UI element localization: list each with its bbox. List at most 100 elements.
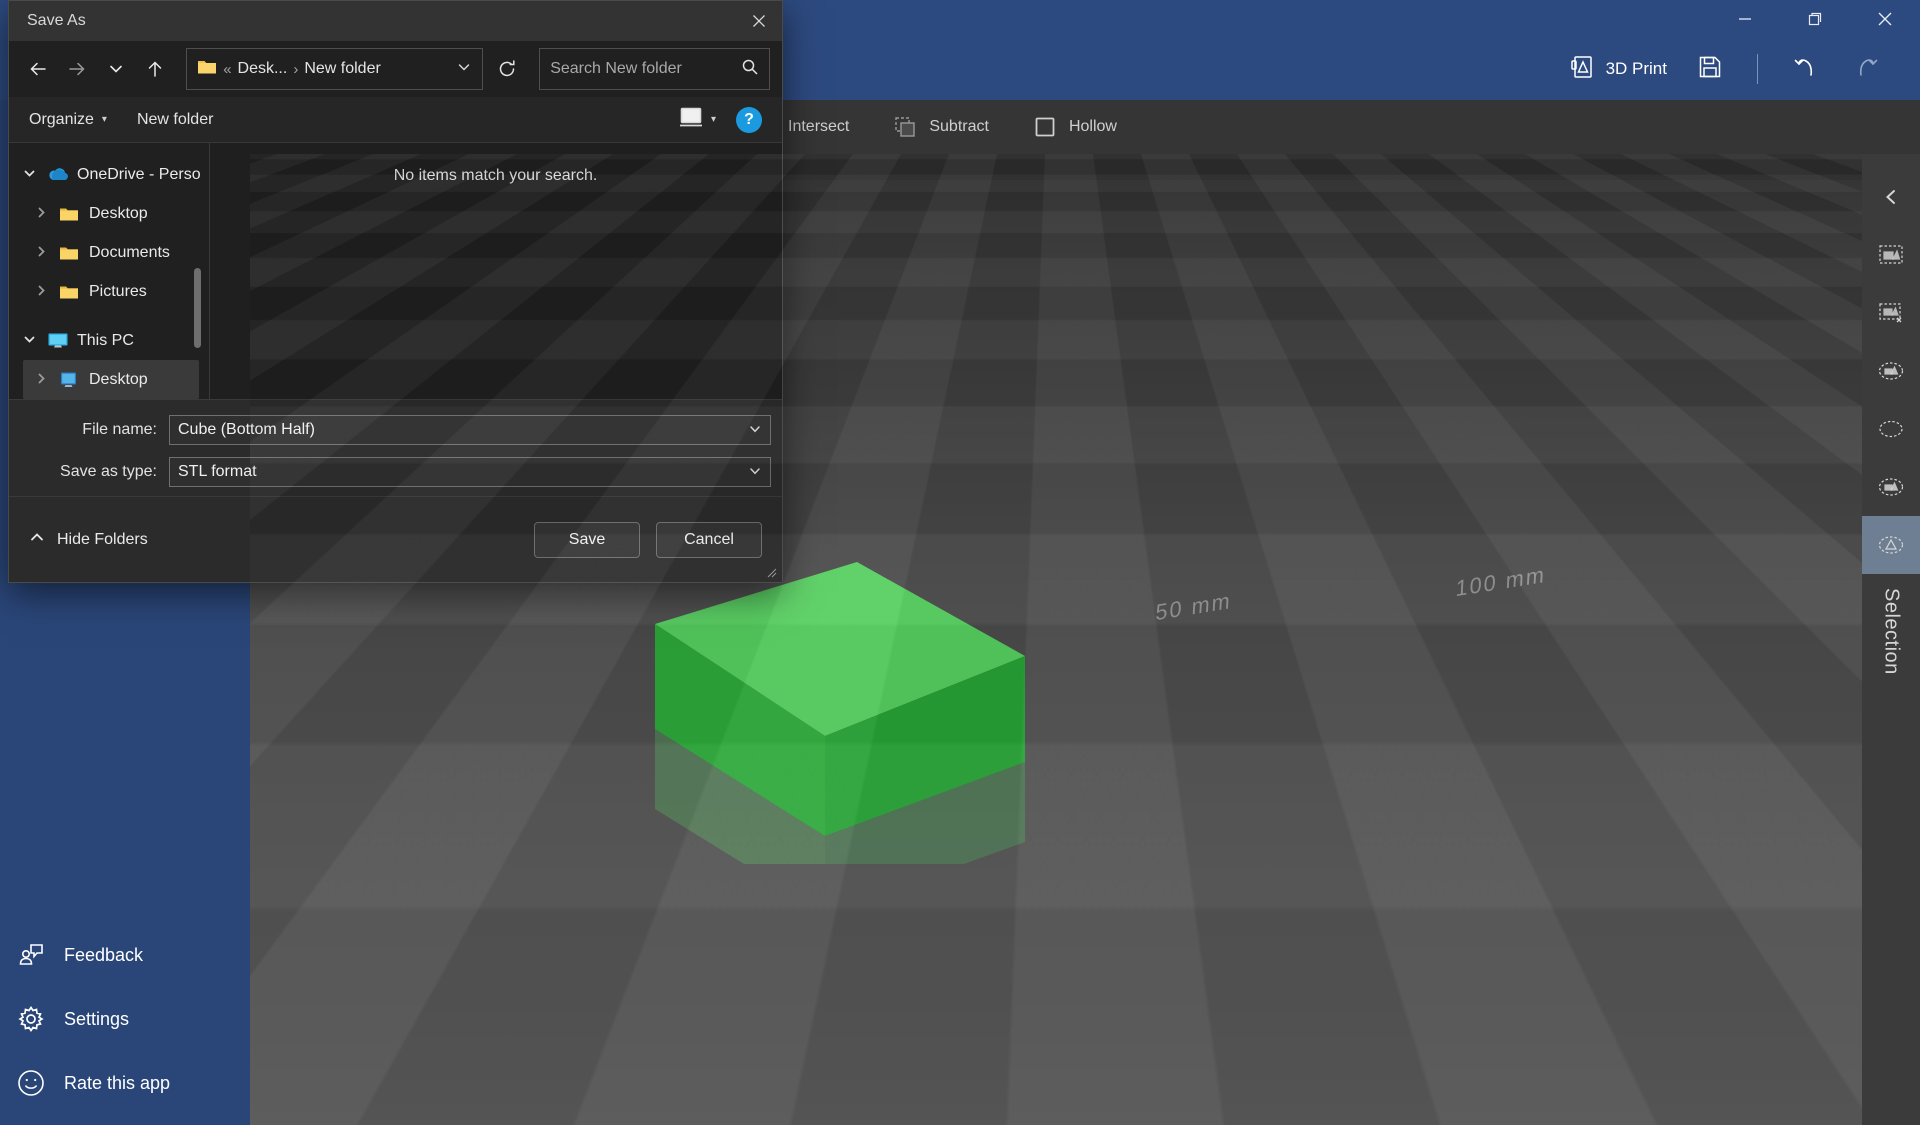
cancel-button[interactable]: Cancel (656, 522, 762, 558)
chevron-right-icon[interactable] (35, 284, 51, 300)
rail-item-settings[interactable]: Settings (0, 987, 250, 1051)
resize-grip[interactable] (767, 568, 777, 578)
breadcrumb-current[interactable]: New folder (304, 60, 380, 78)
folder-icon (59, 243, 81, 262)
rail-item-rate-this-app[interactable]: Rate this app (0, 1051, 250, 1115)
tree-scrollbar[interactable] (194, 268, 201, 348)
select-object-icon[interactable] (1862, 226, 1920, 284)
smiley-icon (16, 1068, 46, 1098)
select-surface-icon[interactable] (1862, 342, 1920, 400)
3d-print-label: 3D Print (1606, 59, 1667, 79)
navigation-tree[interactable]: OneDrive - Perso Desktop (9, 143, 209, 399)
save-as-type-value: STL format (178, 463, 257, 481)
tree-label: OneDrive - Perso (77, 166, 201, 184)
gear-icon (16, 1004, 46, 1034)
tree-item-onedrive-desktop[interactable]: Desktop (9, 194, 209, 233)
toolbar-divider (1757, 54, 1758, 84)
deselect-object-icon[interactable] (1862, 284, 1920, 342)
new-folder-button[interactable]: New folder (137, 111, 213, 129)
save-button[interactable]: Save (534, 522, 640, 558)
chevron-down-icon[interactable] (23, 167, 39, 183)
tree-item-this-pc-desktop[interactable]: Desktop (23, 360, 199, 399)
tree-label: This PC (77, 332, 134, 350)
ribbon-item-hollow[interactable]: Hollow (1011, 115, 1139, 139)
arrow-up-icon[interactable] (137, 50, 172, 88)
close-icon[interactable] (1850, 0, 1920, 38)
organize-label: Organize (29, 111, 94, 129)
tree-item-onedrive-documents[interactable]: Documents (9, 233, 209, 272)
subtract-icon (893, 115, 917, 139)
rail-label-settings: Settings (64, 1009, 129, 1030)
select-ellipse-icon[interactable] (1862, 400, 1920, 458)
chevron-down-icon[interactable] (456, 59, 472, 80)
tree-label: Desktop (89, 371, 148, 389)
chevron-right-icon[interactable] (35, 206, 51, 222)
breadcrumb-overflow[interactable]: « (223, 61, 231, 78)
onedrive-icon (47, 165, 69, 184)
undo-button[interactable] (1776, 53, 1836, 86)
chevron-left-icon[interactable] (1862, 168, 1920, 226)
folder-icon (59, 282, 81, 301)
search-input[interactable]: Search New folder (539, 48, 770, 90)
breadcrumb-separator: › (293, 61, 298, 78)
hide-folders-button[interactable]: Hide Folders (29, 529, 148, 550)
rail-label-feedback: Feedback (64, 945, 143, 966)
hollow-icon (1033, 115, 1057, 139)
arrow-right-icon[interactable] (60, 50, 95, 88)
rail-item-feedback[interactable]: Feedback (0, 923, 250, 987)
save-as-type-label: Save as type: (19, 463, 169, 481)
help-button[interactable]: ? (736, 107, 762, 133)
organize-button[interactable]: Organize ▾ (29, 111, 107, 129)
application-window: 3D Print (0, 0, 1920, 1125)
select-triangle-icon[interactable] (1862, 516, 1920, 574)
ribbon-label-subtract: Subtract (929, 118, 989, 136)
tree-label: Pictures (89, 283, 147, 301)
right-rail-label: Selection (1880, 588, 1903, 675)
dialog-command-bar: Organize ▾ New folder ▾ ? (9, 97, 782, 143)
tree-item-this-pc[interactable]: This PC (9, 321, 209, 360)
3d-print-icon (1570, 54, 1596, 85)
select-similar-icon[interactable] (1862, 458, 1920, 516)
file-name-input[interactable]: Cube (Bottom Half) (169, 415, 771, 445)
breadcrumb[interactable]: « Desk... › New folder (186, 48, 483, 90)
dialog-body: OneDrive - Perso Desktop (9, 143, 782, 399)
folder-icon (59, 204, 81, 223)
search-icon[interactable] (741, 58, 759, 81)
close-icon[interactable] (736, 1, 782, 41)
chevron-up-icon (29, 529, 45, 550)
chevron-down-icon: ▾ (102, 114, 107, 125)
redo-button[interactable] (1836, 53, 1896, 86)
help-label: ? (744, 111, 754, 129)
tree-item-onedrive-pictures[interactable]: Pictures (9, 272, 209, 311)
breadcrumb-parent[interactable]: Desk... (238, 60, 288, 78)
search-placeholder: Search New folder (550, 60, 682, 78)
ribbon-item-subtract[interactable]: Subtract (871, 115, 1011, 139)
minimize-icon[interactable] (1710, 0, 1780, 38)
empty-message: No items match your search. (394, 167, 598, 399)
chevron-right-icon[interactable] (35, 372, 51, 388)
feedback-icon (16, 940, 46, 970)
tree-item-onedrive[interactable]: OneDrive - Perso (9, 155, 209, 194)
dialog-footer: Hide Folders Save Cancel (9, 496, 782, 582)
save-button[interactable] (1681, 54, 1739, 85)
file-list[interactable]: No items match your search. (209, 143, 782, 399)
3d-print-button[interactable]: 3D Print (1556, 46, 1681, 92)
ribbon-label-intersect: Intersect (788, 118, 849, 136)
dialog-title-bar: Save As (9, 1, 782, 41)
refresh-icon[interactable] (487, 48, 527, 90)
chevron-right-icon[interactable] (35, 245, 51, 261)
view-mode-button[interactable]: ▾ (679, 106, 716, 133)
right-tool-rail: Selection (1862, 154, 1920, 1125)
arrow-left-icon[interactable] (21, 50, 56, 88)
save-icon (1697, 54, 1723, 85)
chevron-down-icon[interactable] (748, 464, 762, 481)
chevron-down-icon[interactable] (23, 333, 39, 349)
desktop-blue-icon (59, 370, 81, 389)
chevron-down-icon: ▾ (711, 114, 716, 125)
maximize-icon[interactable] (1780, 0, 1850, 38)
tree-label: Documents (89, 244, 170, 262)
chevron-down-icon[interactable] (748, 422, 762, 439)
save-as-type-select[interactable]: STL format (169, 457, 771, 487)
redo-icon (1852, 53, 1880, 86)
chevron-down-icon[interactable] (99, 50, 134, 88)
